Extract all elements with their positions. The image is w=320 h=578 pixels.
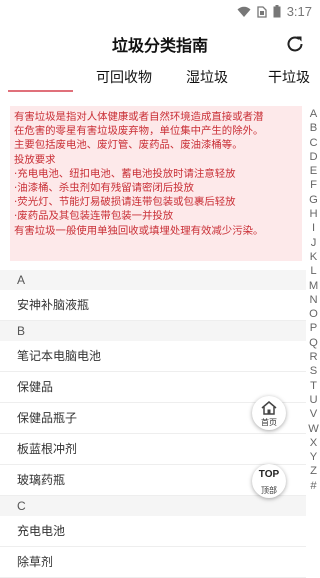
index-letter[interactable]: Z — [307, 464, 320, 478]
index-letter[interactable]: L — [307, 264, 320, 278]
index-letter[interactable]: O — [307, 307, 320, 321]
top-label: 顶部 — [261, 486, 277, 495]
list-item[interactable]: 除草剂 — [0, 547, 306, 578]
category-tabs: 有害垃圾 可回收物 湿垃圾 干垃圾 — [0, 62, 320, 92]
index-letter[interactable]: B — [307, 121, 320, 135]
tab-recyclable[interactable]: 可回收物 — [96, 67, 152, 87]
index-letter[interactable]: M — [307, 279, 320, 293]
index-letter[interactable]: Q — [307, 336, 320, 350]
refresh-icon[interactable] — [284, 33, 306, 55]
index-letter[interactable]: S — [307, 364, 320, 378]
tab-indicator — [8, 90, 73, 92]
top-icon: TOP — [258, 469, 280, 480]
hazardous-info-box: 有害垃圾是指对人体健康或者自然环境造成直接或者潜 在危害的零星有害垃圾废弃物，单… — [10, 106, 302, 261]
page-title: 垃圾分类指南 — [111, 38, 208, 55]
alphabet-index: A B C D E F G H I J K L M N O P Q R S T … — [307, 107, 320, 493]
index-letter[interactable]: # — [307, 479, 320, 493]
info-line: 在危害的零星有害垃圾废弃物，单位集中产生的除外。 — [14, 125, 264, 138]
home-icon — [261, 401, 277, 415]
tab-wet-waste[interactable]: 湿垃圾 — [186, 67, 228, 87]
section-header-b: B — [0, 321, 306, 341]
index-letter[interactable]: T — [307, 379, 320, 393]
list-item[interactable]: 安神补脑液瓶 — [0, 290, 306, 321]
info-line: ·充电电池、纽扣电池、蓄电池投放时请注意轻放 — [14, 167, 236, 180]
status-bar: 3:17 — [0, 0, 320, 24]
section-header-c: C — [0, 496, 306, 516]
info-line: 主要包括废电池、废灯管、废药品、废油漆桶等。 — [14, 139, 243, 152]
index-letter[interactable]: E — [307, 164, 320, 178]
info-line: 有害垃圾是指对人体健康或者自然环境造成直接或者潜 — [14, 111, 264, 123]
index-letter[interactable]: Y — [307, 450, 320, 464]
back-to-top-button[interactable]: TOP 顶部 — [252, 464, 286, 498]
list-item[interactable]: 板蓝根冲剂 — [0, 434, 306, 465]
index-letter[interactable]: W — [307, 422, 320, 436]
index-letter[interactable]: H — [307, 207, 320, 221]
sim-icon — [257, 5, 267, 18]
index-letter[interactable]: G — [307, 193, 320, 207]
info-line: ·废药品及其包装连带包装一并投放 — [14, 210, 174, 223]
index-letter[interactable]: J — [307, 236, 320, 250]
index-letter[interactable]: U — [307, 393, 320, 407]
home-label: 首页 — [261, 418, 277, 427]
index-letter[interactable]: P — [307, 321, 320, 335]
index-letter[interactable]: A — [307, 107, 320, 121]
info-line: 投放要求 — [14, 153, 56, 166]
status-time: 3:17 — [286, 4, 312, 19]
index-letter[interactable]: C — [307, 136, 320, 150]
section-header-a: A — [0, 270, 306, 290]
index-letter[interactable]: X — [307, 436, 320, 450]
index-letter[interactable]: I — [307, 221, 320, 235]
index-letter[interactable]: R — [307, 350, 320, 364]
battery-icon — [273, 5, 281, 18]
tab-hazardous[interactable]: 有害垃圾 — [12, 67, 68, 87]
list-item[interactable]: 笔记本电脑电池 — [0, 341, 306, 372]
index-letter[interactable]: K — [307, 250, 320, 264]
title-bar: 垃圾分类指南 — [0, 24, 320, 62]
list-item[interactable]: 充电电池 — [0, 516, 306, 547]
index-letter[interactable]: F — [307, 178, 320, 192]
info-line: ·荧光灯、节能灯易破损请连带包装或包裹后轻放 — [14, 196, 236, 209]
info-line: 有害垃圾一般使用单独回收或填埋处理有效减少污染。 — [14, 224, 264, 237]
home-button[interactable]: 首页 — [252, 396, 286, 430]
index-letter[interactable]: N — [307, 293, 320, 307]
tab-dry-waste[interactable]: 干垃圾 — [268, 67, 310, 87]
wifi-icon — [237, 6, 251, 17]
index-letter[interactable]: V — [307, 407, 320, 421]
index-letter[interactable]: D — [307, 150, 320, 164]
info-line: ·油漆桶、杀虫剂如有残留请密闭后投放 — [14, 182, 194, 195]
